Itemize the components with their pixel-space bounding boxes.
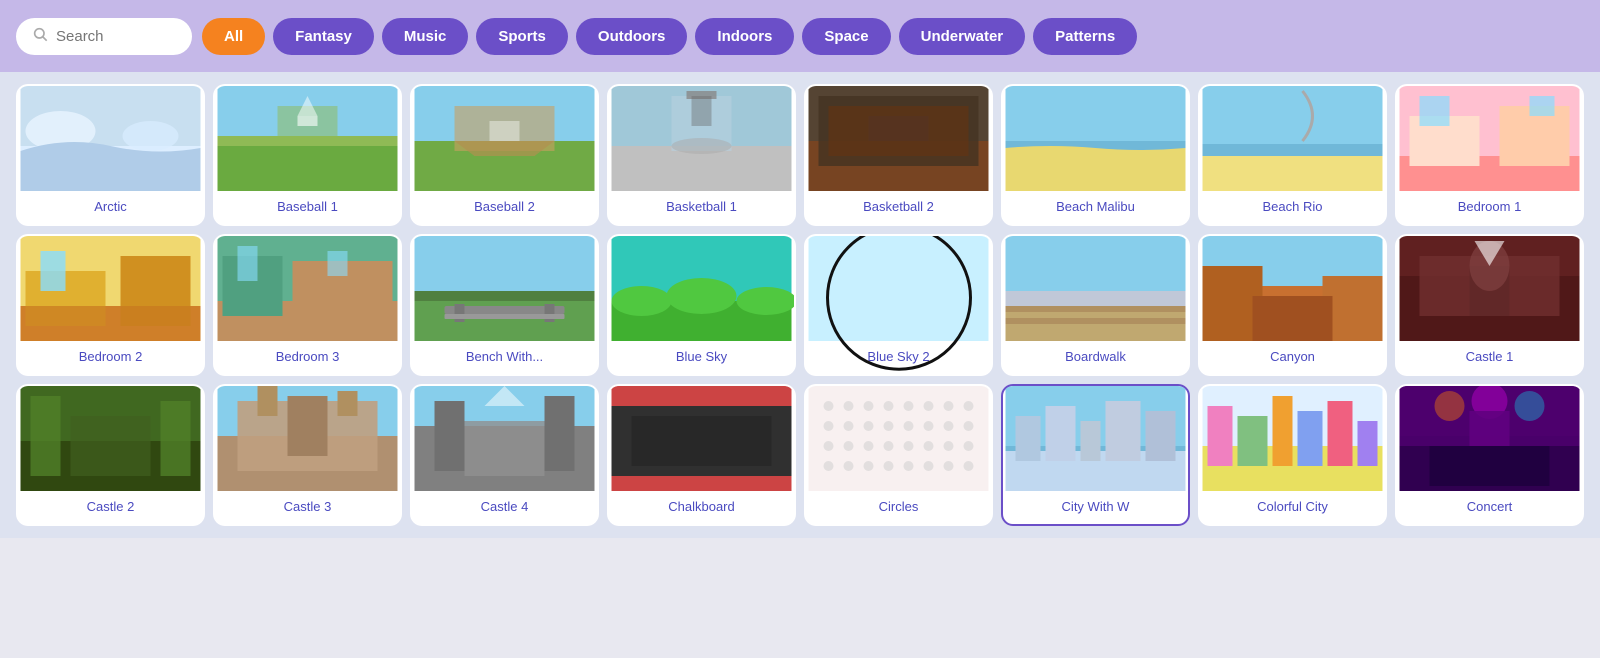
grid-row-2: Castle 2 Castle 3 Castle 4 Chalkboard [16, 384, 1584, 526]
backdrop-thumb-bluesky2 [806, 236, 991, 341]
backdrop-label-colorfucity: Colorful City [1253, 499, 1332, 514]
filter-btn-indoors[interactable]: Indoors [695, 18, 794, 55]
backdrop-thumb-arctic [18, 86, 203, 191]
backdrop-label-baseball2: Baseball 2 [470, 199, 539, 214]
backdrop-thumb-bedroom1 [1397, 86, 1582, 191]
search-icon [32, 26, 48, 47]
backdrop-label-bluesky: Blue Sky [672, 349, 731, 364]
backdrop-thumb-baseball1 [215, 86, 400, 191]
backdrop-item-chalkboard[interactable]: Chalkboard [607, 384, 796, 526]
backdrop-item-castle3[interactable]: Castle 3 [213, 384, 402, 526]
filter-btn-music[interactable]: Music [382, 18, 469, 55]
backdrop-item-basketball2[interactable]: Basketball 2 [804, 84, 993, 226]
backdrop-item-colorfucity[interactable]: Colorful City [1198, 384, 1387, 526]
backdrop-label-bluesky2: Blue Sky 2 [863, 349, 933, 364]
backdrop-label-castle3: Castle 3 [280, 499, 336, 514]
search-input[interactable] [56, 28, 176, 45]
backdrop-thumb-beachrio [1200, 86, 1385, 191]
backdrop-item-beachrio[interactable]: Beach Rio [1198, 84, 1387, 226]
backdrop-thumb-bluesky [609, 236, 794, 341]
backdrop-label-citywithw: City With W [1058, 499, 1134, 514]
backdrop-item-baseball1[interactable]: Baseball 1 [213, 84, 402, 226]
backdrop-item-citywithw[interactable]: City With W [1001, 384, 1190, 526]
backdrop-thumb-castle4 [412, 386, 597, 491]
backdrop-label-bedroom3: Bedroom 3 [272, 349, 344, 364]
search-box [16, 18, 192, 55]
backdrop-thumb-beachmalibu [1003, 86, 1188, 191]
backdrop-label-castle2: Castle 2 [83, 499, 139, 514]
backdrop-item-basketball1[interactable]: Basketball 1 [607, 84, 796, 226]
filter-btn-outdoors[interactable]: Outdoors [576, 18, 688, 55]
backdrop-thumb-colorfucity [1200, 386, 1385, 491]
backdrop-label-boardwalk: Boardwalk [1061, 349, 1130, 364]
backdrop-thumb-bedroom3 [215, 236, 400, 341]
backdrop-thumb-canyon [1200, 236, 1385, 341]
backdrop-item-bluesky2[interactable]: Blue Sky 2 [804, 234, 993, 376]
backdrop-item-bedroom1[interactable]: Bedroom 1 [1395, 84, 1584, 226]
backdrop-thumb-boardwalk [1003, 236, 1188, 341]
backdrop-thumb-citywithw [1003, 386, 1188, 491]
backdrop-item-baseball2[interactable]: Baseball 2 [410, 84, 599, 226]
backdrop-thumb-benchwith [412, 236, 597, 341]
filter-btn-fantasy[interactable]: Fantasy [273, 18, 374, 55]
backdrop-item-canyon[interactable]: Canyon [1198, 234, 1387, 376]
filter-btn-patterns[interactable]: Patterns [1033, 18, 1137, 55]
backdrop-label-arctic: Arctic [90, 199, 131, 214]
backdrop-label-basketball1: Basketball 1 [662, 199, 741, 214]
backdrop-item-bluesky[interactable]: Blue Sky [607, 234, 796, 376]
backdrop-thumb-basketball2 [806, 86, 991, 191]
backdrop-item-bedroom2[interactable]: Bedroom 2 [16, 234, 205, 376]
grid-row-1: Bedroom 2 Bedroom 3 Bench With... Blue S… [16, 234, 1584, 376]
backdrop-item-castle1[interactable]: Castle 1 [1395, 234, 1584, 376]
backdrop-thumb-chalkboard [609, 386, 794, 491]
backdrop-grid: Arctic Baseball 1 Baseball 2 Basketball … [0, 72, 1600, 538]
filter-buttons: AllFantasyMusicSportsOutdoorsIndoorsSpac… [202, 18, 1137, 55]
backdrop-item-arctic[interactable]: Arctic [16, 84, 205, 226]
backdrop-label-chalkboard: Chalkboard [664, 499, 739, 514]
backdrop-label-basketball2: Basketball 2 [859, 199, 938, 214]
backdrop-label-concert: Concert [1463, 499, 1517, 514]
backdrop-label-castle1: Castle 1 [1462, 349, 1518, 364]
backdrop-thumb-baseball2 [412, 86, 597, 191]
backdrop-label-benchwith: Bench With... [462, 349, 547, 364]
backdrop-thumb-basketball1 [609, 86, 794, 191]
backdrop-item-concert[interactable]: Concert [1395, 384, 1584, 526]
backdrop-thumb-bedroom2 [18, 236, 203, 341]
backdrop-item-circles[interactable]: Circles [804, 384, 993, 526]
backdrop-thumb-circles [806, 386, 991, 491]
backdrop-label-bedroom2: Bedroom 2 [75, 349, 147, 364]
backdrop-item-benchwith[interactable]: Bench With... [410, 234, 599, 376]
filter-btn-underwater[interactable]: Underwater [899, 18, 1026, 55]
backdrop-label-castle4: Castle 4 [477, 499, 533, 514]
filter-btn-sports[interactable]: Sports [476, 18, 568, 55]
backdrop-label-bedroom1: Bedroom 1 [1454, 199, 1526, 214]
filter-btn-space[interactable]: Space [802, 18, 890, 55]
backdrop-label-circles: Circles [875, 499, 923, 514]
backdrop-thumb-concert [1397, 386, 1582, 491]
backdrop-thumb-castle1 [1397, 236, 1582, 341]
grid-row-0: Arctic Baseball 1 Baseball 2 Basketball … [16, 84, 1584, 226]
backdrop-item-castle2[interactable]: Castle 2 [16, 384, 205, 526]
backdrop-label-beachmalibu: Beach Malibu [1052, 199, 1139, 214]
backdrop-label-beachrio: Beach Rio [1259, 199, 1327, 214]
backdrop-item-bedroom3[interactable]: Bedroom 3 [213, 234, 402, 376]
filter-bar: AllFantasyMusicSportsOutdoorsIndoorsSpac… [0, 0, 1600, 72]
backdrop-item-castle4[interactable]: Castle 4 [410, 384, 599, 526]
backdrop-thumb-castle2 [18, 386, 203, 491]
backdrop-item-beachmalibu[interactable]: Beach Malibu [1001, 84, 1190, 226]
backdrop-label-canyon: Canyon [1266, 349, 1319, 364]
backdrop-item-boardwalk[interactable]: Boardwalk [1001, 234, 1190, 376]
backdrop-label-baseball1: Baseball 1 [273, 199, 342, 214]
backdrop-thumb-castle3 [215, 386, 400, 491]
filter-btn-all[interactable]: All [202, 18, 265, 55]
